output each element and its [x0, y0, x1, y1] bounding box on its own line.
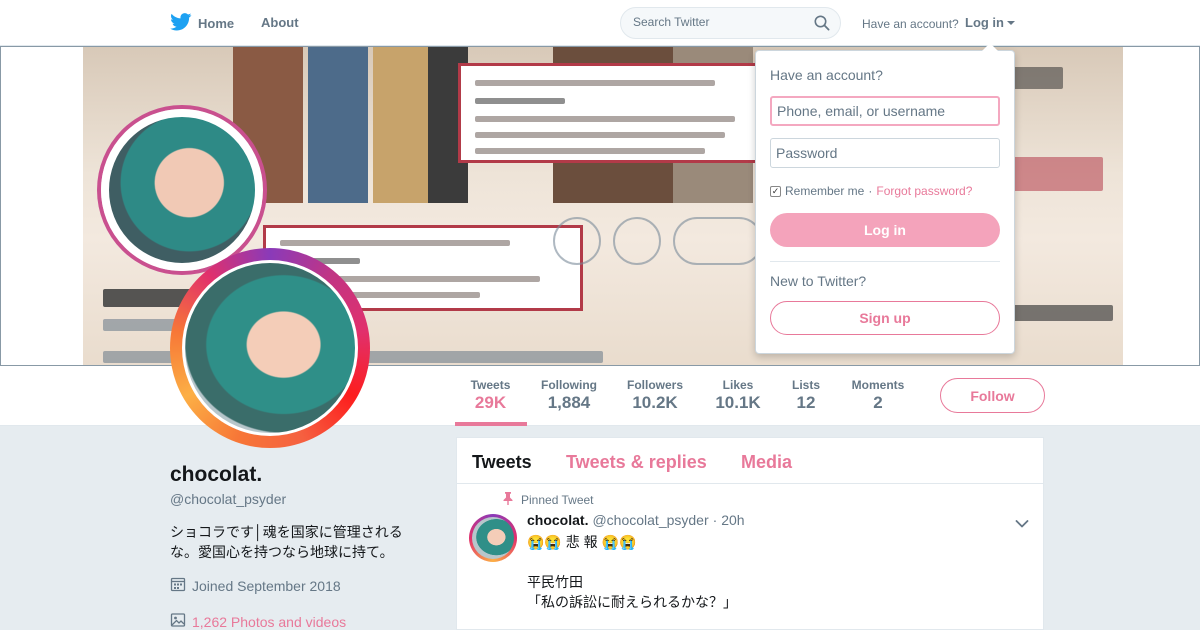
tweet-author-avatar[interactable]: [469, 514, 517, 562]
stat-moments[interactable]: Moments 2: [850, 378, 906, 413]
stat-lists[interactable]: Lists 12: [790, 378, 822, 413]
twitter-bird-icon: [170, 12, 192, 34]
profile-bio: ショコラです│魂を国家に管理される な。愛国心を持つなら地球に持て。: [170, 522, 420, 562]
search-icon[interactable]: [814, 15, 830, 36]
stat-value: 1,884: [547, 393, 591, 412]
login-dropdown: Have an account? ✓ Remember me · Forgot …: [755, 43, 1015, 354]
stat-value: 2: [873, 393, 883, 412]
profile-avatar[interactable]: [170, 248, 370, 448]
banner-avatar-image: [101, 109, 263, 271]
profile-joined-date: Joined September 2018: [170, 576, 341, 595]
stat-label: Lists: [791, 378, 820, 392]
avatar-photo: [185, 263, 355, 433]
pinned-label: Pinned Tweet: [521, 493, 594, 507]
chevron-down-icon[interactable]: [1015, 516, 1029, 534]
avatar-border: [182, 260, 358, 436]
separator-dot: ·: [868, 184, 873, 198]
stat-label: Likes: [722, 378, 754, 392]
search-box[interactable]: [620, 7, 841, 39]
login-dropdown-title: Have an account?: [770, 67, 883, 83]
image-icon: [170, 612, 186, 630]
stat-value: 10.2K: [632, 393, 678, 412]
pinned-tweet-indicator: Pinned Tweet: [503, 492, 594, 508]
stat-following[interactable]: Following 1,884: [540, 378, 598, 413]
remember-me-checkbox[interactable]: ✓: [770, 185, 781, 197]
tab-tweets[interactable]: Tweets: [472, 452, 532, 473]
nav-home-link[interactable]: Home: [170, 12, 234, 34]
tweet-timestamp[interactable]: · 20h: [713, 512, 745, 528]
pin-icon: [503, 492, 513, 508]
profile-name[interactable]: chocolat.: [170, 463, 262, 487]
tweet-text-line: 「私の訴訟に耐えられるかな？」: [527, 594, 737, 610]
stat-label: Followers: [626, 378, 683, 392]
joined-text: Joined September 2018: [192, 577, 341, 594]
caret-down-icon: [1007, 20, 1015, 25]
stat-label: Following: [541, 378, 597, 392]
stat-tweets[interactable]: Tweets 29K: [470, 378, 511, 413]
remember-me-row: ✓ Remember me · Forgot password?: [770, 184, 972, 198]
forgot-password-link[interactable]: Forgot password?: [876, 184, 972, 198]
divider: [770, 261, 1000, 262]
login-toggle-label: Log in: [965, 15, 1004, 30]
bio-line: ショコラです│魂を国家に管理される: [170, 524, 403, 540]
signup-button[interactable]: Sign up: [770, 301, 1000, 335]
photos-and-videos-link[interactable]: 1,262 Photos and videos: [170, 612, 346, 630]
tweet-author-handle[interactable]: @chocolat_psyder: [592, 512, 708, 528]
photos-text: 1,262 Photos and videos: [192, 613, 347, 630]
stat-likes[interactable]: Likes 10.1K: [712, 378, 764, 413]
timeline-panel: Tweets Tweets & replies Media Pinned Twe…: [456, 437, 1044, 630]
stat-value: 29K: [474, 393, 507, 412]
calendar-icon: [170, 576, 186, 595]
tab-media[interactable]: Media: [741, 452, 792, 473]
password-field[interactable]: [770, 138, 1000, 168]
nav-home-label: Home: [198, 15, 235, 31]
stat-followers[interactable]: Followers 10.2K: [626, 378, 684, 413]
login-dropdown-toggle[interactable]: Log in: [965, 15, 1015, 30]
username-field[interactable]: [770, 96, 1000, 126]
stat-value: 10.1K: [715, 393, 761, 412]
timeline-tabs: Tweets Tweets & replies Media: [457, 438, 1043, 484]
tweet-text-line: 😭😭 悲 報 😭😭: [527, 534, 637, 550]
stat-label: Moments: [851, 378, 905, 392]
nav-about-link[interactable]: About: [261, 15, 299, 30]
remember-me-label[interactable]: Remember me: [785, 184, 864, 198]
new-to-twitter-text: New to Twitter?: [770, 273, 867, 289]
top-navigation-bar: Home About Have an account? Log in: [0, 0, 1200, 46]
bio-line: な。愛国心を持つなら地球に持て。: [170, 544, 394, 560]
tweet-header: chocolat. @chocolat_psyder · 20h: [527, 512, 745, 528]
profile-handle[interactable]: @chocolat_psyder: [170, 491, 286, 507]
tweet-author-name[interactable]: chocolat.: [527, 512, 588, 528]
stat-label: Tweets: [470, 378, 511, 392]
search-input[interactable]: [633, 15, 803, 29]
active-stat-underline: [455, 422, 527, 426]
follow-button[interactable]: Follow: [940, 378, 1045, 413]
stat-value: 12: [796, 393, 816, 412]
tab-tweets-and-replies[interactable]: Tweets & replies: [566, 452, 707, 473]
tweet-text-line: 平民竹田: [527, 574, 583, 590]
have-account-text: Have an account?: [862, 17, 959, 31]
login-button[interactable]: Log in: [770, 213, 1000, 247]
